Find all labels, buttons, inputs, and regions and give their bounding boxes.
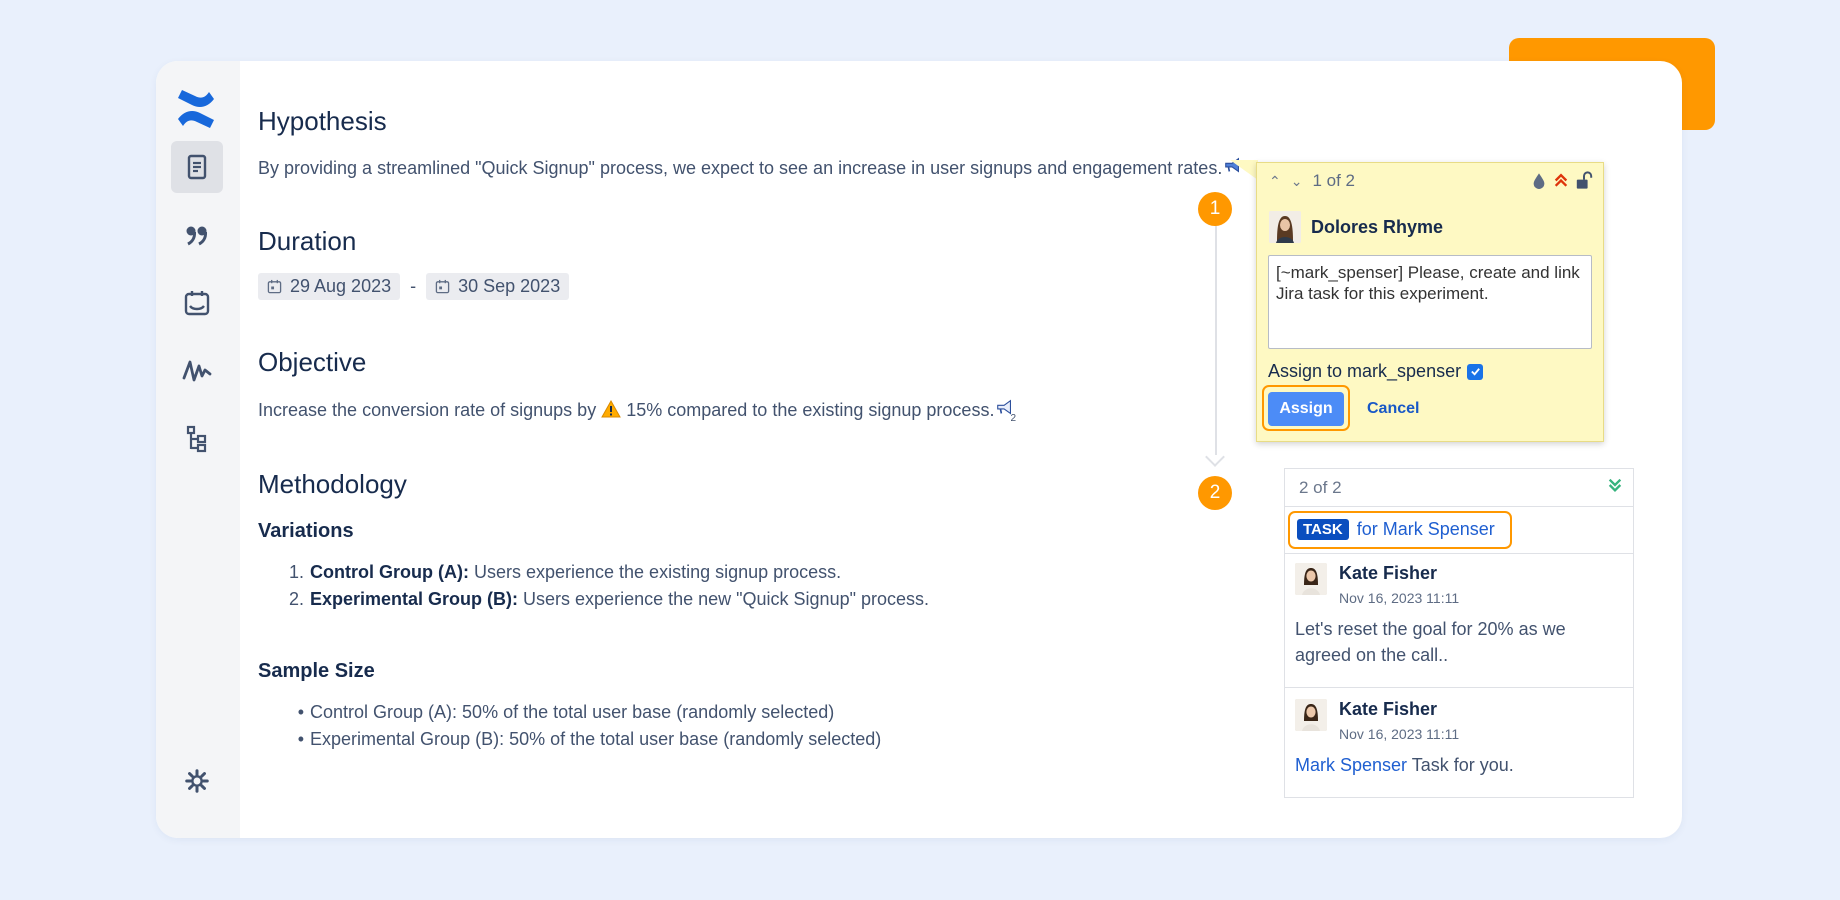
list-item: 2. Experimental Group (B): Users experie… bbox=[288, 589, 930, 609]
gear-icon bbox=[185, 769, 209, 793]
sidebar-item-quotes[interactable] bbox=[171, 209, 223, 261]
comment-author: Dolores Rhyme bbox=[1269, 211, 1443, 243]
calendar-icon bbox=[435, 279, 450, 294]
step-marker-2: 2 bbox=[1198, 476, 1232, 510]
hypothesis-heading: Hypothesis bbox=[258, 106, 387, 136]
avatar bbox=[1269, 211, 1301, 243]
duration-dates: 29 Aug 2023 - 30 Sep 2023 bbox=[258, 273, 570, 300]
activity-icon bbox=[182, 360, 212, 382]
calendar-icon bbox=[184, 291, 210, 316]
author-name: Dolores Rhyme bbox=[1311, 216, 1444, 237]
sample-size-heading: Sample Size bbox=[258, 660, 375, 682]
assign-label: Assign to mark_spenser bbox=[1268, 361, 1462, 381]
confluence-logo-icon[interactable] bbox=[170, 83, 222, 135]
sample-size-list: • Control Group (A): 50% of the total us… bbox=[258, 702, 882, 756]
chevron-up-icon[interactable]: ⌃ bbox=[1269, 173, 1281, 190]
list-item: • Experimental Group (B): 50% of the tot… bbox=[297, 729, 882, 749]
objective-text-b: 15% compared to the existing signup proc… bbox=[626, 400, 995, 420]
task-link[interactable]: for Mark Spenser bbox=[1357, 519, 1495, 540]
drop-icon[interactable] bbox=[1531, 171, 1547, 190]
divider bbox=[1285, 687, 1633, 688]
hierarchy-icon bbox=[186, 425, 207, 453]
variations-heading: Variations bbox=[258, 520, 354, 542]
comment-count: 2 bbox=[1010, 413, 1017, 424]
inline-comment-popup: ⌃ ⌄ 1 of 2 Dolores Rhyme [~mark_spenser]… bbox=[1256, 162, 1604, 442]
assign-checkbox[interactable] bbox=[1467, 363, 1484, 380]
thread-header: 2 of 2 bbox=[1285, 469, 1633, 507]
comment-body: Let's reset the goal for 20% as we agree… bbox=[1295, 619, 1566, 665]
expand-icon[interactable] bbox=[1607, 476, 1623, 499]
sidebar-item-pages[interactable] bbox=[171, 141, 223, 193]
comment-textarea[interactable]: [~mark_spenser] Please, create and link … bbox=[1268, 255, 1592, 349]
thread-counter: 2 of 2 bbox=[1299, 478, 1342, 497]
comment-thread-panel: 2 of 2 TASK for Mark Spenser Kate Fisher… bbox=[1284, 468, 1634, 798]
date-separator: - bbox=[410, 276, 417, 296]
priority-highest-icon[interactable] bbox=[1553, 171, 1569, 190]
popup-toolbar bbox=[1531, 171, 1593, 190]
sidebar-item-tree[interactable] bbox=[171, 413, 223, 465]
date-start-text: 29 Aug 2023 bbox=[290, 276, 392, 296]
calendar-icon bbox=[267, 279, 282, 294]
comment-counter: 1 of 2 bbox=[1312, 171, 1356, 190]
task-badge: TASK bbox=[1297, 519, 1349, 540]
cancel-button[interactable]: Cancel bbox=[1367, 400, 1419, 418]
divider bbox=[1285, 553, 1633, 554]
page-icon bbox=[187, 154, 207, 180]
comment-body: Mark Spenser Task for you. bbox=[1295, 755, 1514, 775]
avatar bbox=[1295, 699, 1327, 731]
hypothesis-paragraph: By providing a streamlined "Quick Signup… bbox=[258, 156, 1244, 181]
date-end-chip[interactable]: 30 Sep 2023 bbox=[426, 273, 570, 300]
sidebar-item-analytics[interactable] bbox=[171, 345, 223, 397]
assign-checkbox-row[interactable]: Assign to mark_spenser bbox=[1268, 361, 1484, 382]
popup-pointer bbox=[1230, 160, 1258, 180]
comment-timestamp: Nov 16, 2023 11:11 bbox=[1339, 590, 1460, 606]
variations-list: 1. Control Group (A): Users experience t… bbox=[258, 562, 929, 616]
list-item: 1. Control Group (A): Users experience t… bbox=[288, 562, 842, 582]
inline-comment-icon[interactable]: 2 bbox=[994, 398, 1017, 424]
unlock-icon[interactable] bbox=[1575, 171, 1593, 190]
settings-button[interactable] bbox=[171, 755, 223, 807]
comment-timestamp: Nov 16, 2023 11:11 bbox=[1339, 726, 1460, 742]
check-icon bbox=[1470, 368, 1480, 376]
user-mention-link[interactable]: Mark Spenser bbox=[1295, 755, 1407, 775]
date-start-chip[interactable]: 29 Aug 2023 bbox=[258, 273, 401, 300]
linked-task[interactable]: TASK for Mark Spenser bbox=[1297, 519, 1495, 540]
duration-heading: Duration bbox=[258, 226, 357, 256]
methodology-heading: Methodology bbox=[258, 469, 407, 499]
date-end-text: 30 Sep 2023 bbox=[458, 276, 561, 296]
thread-comment: Kate Fisher Nov 16, 2023 11:11 Mark Spen… bbox=[1295, 699, 1625, 778]
step-connector bbox=[1215, 225, 1217, 455]
comment-navigation: ⌃ ⌄ 1 of 2 bbox=[1269, 171, 1355, 191]
avatar bbox=[1295, 563, 1327, 595]
assign-button[interactable]: Assign bbox=[1268, 392, 1344, 426]
step-marker-1: 1 bbox=[1198, 192, 1232, 226]
sidebar bbox=[156, 61, 240, 838]
chevron-down-icon[interactable]: ⌄ bbox=[1291, 173, 1303, 190]
comment-author-name: Kate Fisher bbox=[1339, 699, 1438, 719]
comment-author-name: Kate Fisher bbox=[1339, 563, 1438, 583]
objective-paragraph: Increase the conversion rate of signups … bbox=[258, 398, 1017, 424]
thread-comment: Kate Fisher Nov 16, 2023 11:11 Let's res… bbox=[1295, 563, 1625, 668]
sidebar-item-calendar[interactable] bbox=[171, 277, 223, 329]
quote-icon bbox=[186, 226, 208, 246]
hypothesis-text: By providing a streamlined "Quick Signup… bbox=[258, 158, 1223, 178]
objective-heading: Objective bbox=[258, 347, 367, 377]
list-item: • Control Group (A): 50% of the total us… bbox=[297, 702, 835, 722]
warning-icon bbox=[601, 399, 622, 423]
objective-text-a: Increase the conversion rate of signups … bbox=[258, 400, 597, 420]
